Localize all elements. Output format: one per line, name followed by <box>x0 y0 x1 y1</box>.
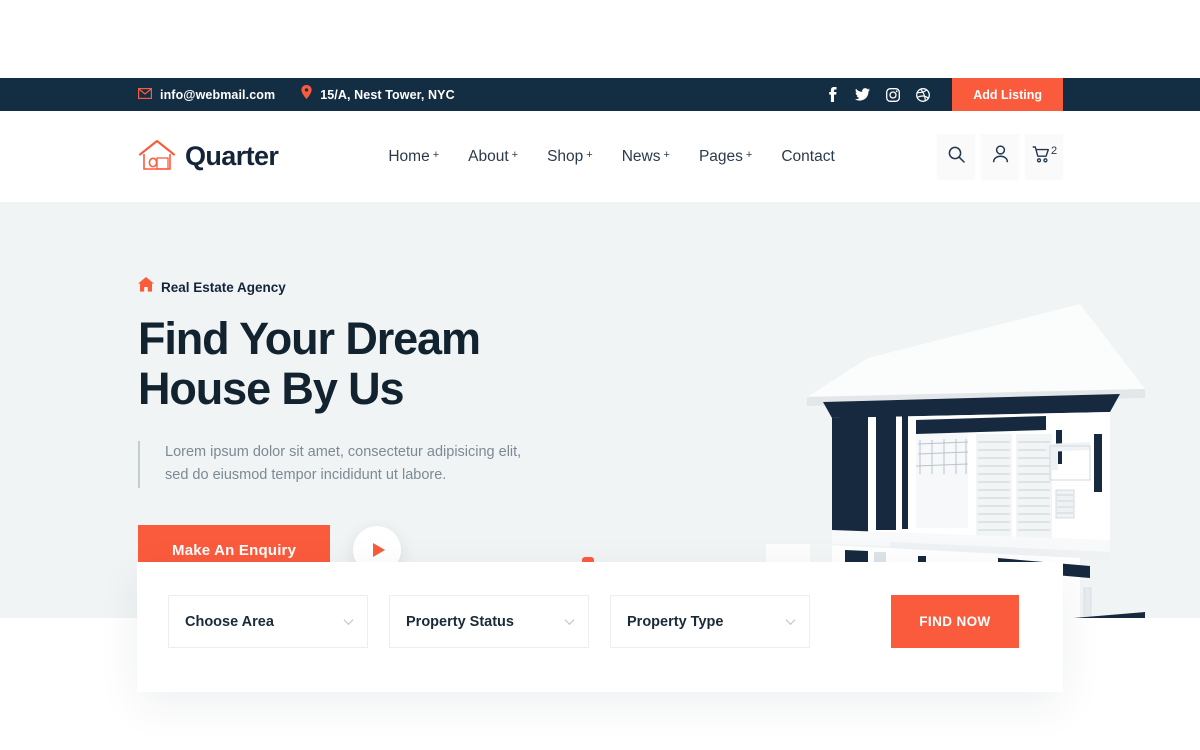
search-button[interactable] <box>937 133 975 180</box>
play-icon <box>372 543 385 558</box>
header-actions: 2 <box>937 133 1063 180</box>
hero-subtitle-line-2: sed do eiusmod tempor incididunt ut labo… <box>165 467 447 484</box>
nav-label: Contact <box>781 147 835 165</box>
nav-item-about[interactable]: About + <box>468 148 518 166</box>
top-bar-address-label: 15/A, Nest Tower, NYC <box>320 87 455 102</box>
nav-label: Shop <box>547 147 584 165</box>
user-icon <box>992 145 1009 168</box>
nav-item-home[interactable]: Home + <box>388 148 439 166</box>
chevron-plus-icon: + <box>586 148 593 161</box>
instagram-icon[interactable] <box>885 87 900 102</box>
choose-area-select[interactable]: Choose Area <box>168 595 368 648</box>
envelope-icon <box>138 86 153 104</box>
account-button[interactable] <box>981 133 1019 180</box>
hero-badge: Real Estate Agency <box>138 277 658 297</box>
hero-title-line-1: Find Your Dream <box>138 313 481 364</box>
property-type-select[interactable]: Property Type <box>610 595 810 648</box>
chevron-plus-icon: + <box>663 148 670 161</box>
site-logo[interactable]: Quarter <box>138 138 279 176</box>
top-bar-email-label: info@webmail.com <box>160 87 276 102</box>
hero-subtitle-line-1: Lorem ipsum dolor sit amet, consectetur … <box>165 443 522 460</box>
chevron-down-icon <box>343 614 354 625</box>
choose-area-value: Choose Area <box>185 613 274 630</box>
nav-label: News <box>621 147 661 165</box>
main-navigation: Home + About + Shop + News + Pages + Con… <box>388 148 834 166</box>
site-header: Quarter Home + About + Shop + News + Pag… <box>0 111 1200 202</box>
top-bar: info@webmail.com 15/A, Nest Tower, NYC A… <box>0 78 1200 111</box>
chevron-down-icon <box>785 614 796 625</box>
top-bar-email[interactable]: info@webmail.com <box>138 86 275 104</box>
dribbble-icon[interactable] <box>915 87 930 102</box>
chevron-down-icon <box>564 614 575 625</box>
facebook-icon[interactable] <box>825 87 840 102</box>
house-solid-icon <box>138 277 154 297</box>
cart-count-badge: 2 <box>1050 144 1058 157</box>
property-status-select[interactable]: Property Status <box>389 595 589 648</box>
hero-subtitle: Lorem ipsum dolor sit amet, consectetur … <box>138 440 658 488</box>
find-now-button[interactable]: FIND NOW <box>891 595 1019 648</box>
page-title: Find Your Dream House By Us <box>138 313 658 415</box>
property-type-value: Property Type <box>627 613 724 630</box>
map-pin-icon <box>301 85 312 104</box>
top-bar-contact-group: info@webmail.com 15/A, Nest Tower, NYC <box>138 85 455 104</box>
search-icon <box>948 146 965 168</box>
hero-content: Real Estate Agency Find Your Dream House… <box>138 277 658 576</box>
nav-item-pages[interactable]: Pages + <box>699 148 752 166</box>
property-status-value: Property Status <box>406 613 514 630</box>
nav-label: Pages <box>698 147 743 165</box>
nav-item-contact[interactable]: Contact <box>781 148 834 166</box>
chevron-plus-icon: + <box>511 148 519 161</box>
cart-button[interactable]: 2 <box>1025 133 1063 180</box>
nav-label: Home <box>388 147 430 165</box>
hero-badge-label: Real Estate Agency <box>161 279 286 295</box>
hero-title-line-2: House By Us <box>138 363 405 415</box>
hero-section: Real Estate Agency Find Your Dream House… <box>0 202 1200 618</box>
property-search-form: Choose Area Property Status Property Typ… <box>137 562 1063 692</box>
top-bar-right-group: Add Listing <box>825 78 1200 111</box>
chevron-plus-icon: + <box>432 148 440 161</box>
nav-label: About <box>468 147 509 165</box>
chevron-plus-icon: + <box>745 148 753 161</box>
cart-icon <box>1032 145 1050 168</box>
add-listing-button[interactable]: Add Listing <box>952 78 1063 111</box>
nav-item-news[interactable]: News + <box>622 148 670 166</box>
nav-item-shop[interactable]: Shop + <box>547 148 593 166</box>
twitter-icon[interactable] <box>855 87 871 102</box>
social-links <box>825 87 930 102</box>
top-bar-address[interactable]: 15/A, Nest Tower, NYC <box>301 85 455 104</box>
house-outline-icon <box>138 138 176 176</box>
logo-text: Quarter <box>185 141 279 171</box>
